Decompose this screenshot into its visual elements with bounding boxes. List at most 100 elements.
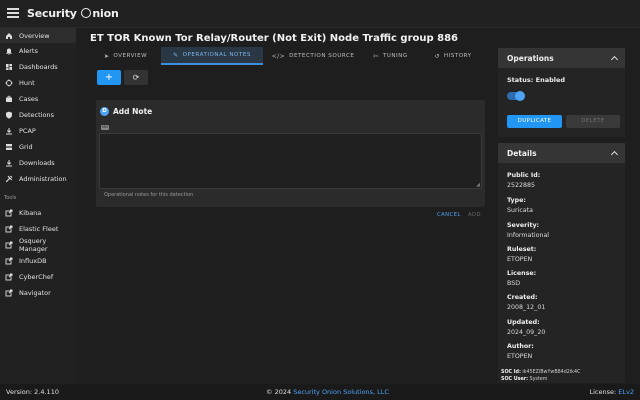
brand-suffix: nion — [92, 7, 119, 20]
tab-tuning[interactable]: ✄ TUNING — [363, 47, 418, 65]
download-icon — [5, 127, 13, 135]
note-badge: D — [100, 107, 109, 116]
license-prefix: License: — [589, 388, 617, 396]
sidebar-item-dashboards[interactable]: Dashboards — [0, 59, 76, 74]
soc-user: SOC User: System — [501, 377, 547, 382]
external-link-icon — [5, 289, 13, 297]
sidebar-item-hunt[interactable]: Hunt — [0, 75, 76, 90]
app-logo[interactable]: Security nion — [27, 7, 119, 20]
sidebar-item-label: Dashboards — [19, 62, 58, 71]
toggle-knob — [515, 91, 525, 101]
chevron-up-icon — [610, 150, 619, 159]
sidebar-item-label: Hunt — [19, 78, 35, 87]
crosshair-icon — [5, 79, 13, 87]
detail-type: Type: Suricata — [507, 197, 533, 214]
note-textarea[interactable] — [99, 133, 482, 189]
home-icon — [5, 32, 13, 40]
sidebar-item-label: Grid — [19, 142, 33, 151]
sidebar-tool-osquery-manager[interactable]: Osquery Manager — [0, 236, 76, 253]
status-label: Status: Enabled — [507, 76, 566, 84]
tab-overview[interactable]: ➤ OVERVIEW — [90, 47, 161, 65]
sidebar-item-grid[interactable]: Grid — [0, 139, 76, 154]
detail-severity: Severity: Informational — [507, 222, 549, 239]
sidebar-tool-influxdb[interactable]: InfluxDB — [0, 253, 76, 268]
sidebar-item-overview[interactable]: Overview — [0, 28, 76, 43]
sidebar: Overview Alerts Dashboards Hunt Cases De… — [0, 28, 76, 384]
details-title: Details — [507, 148, 537, 158]
add-note-button[interactable]: + — [97, 70, 121, 85]
sidebar-tool-elastic-fleet[interactable]: Elastic Fleet — [0, 221, 76, 236]
cancel-button[interactable]: CANCEL — [437, 212, 461, 218]
detail-key: Author: — [507, 343, 534, 350]
duplicate-button[interactable]: DUPLICATE — [507, 115, 562, 128]
delete-button[interactable]: DELETE — [566, 115, 620, 128]
sidebar-tool-label: Kibana — [19, 208, 42, 217]
sidebar-tool-navigator[interactable]: Navigator — [0, 285, 76, 300]
detail-key: Severity: — [507, 222, 540, 229]
onion-logo-icon — [81, 8, 92, 18]
sidebar-item-alerts[interactable]: Alerts — [0, 43, 76, 58]
detail-key: Ruleset: — [507, 246, 537, 253]
download-icon — [5, 159, 13, 167]
wrench-icon: ✄ — [373, 52, 379, 60]
company-link[interactable]: Security Onion Solutions, LLC — [293, 388, 389, 396]
detail-license: License: BSD — [507, 270, 536, 287]
sidebar-tool-label: Elastic Fleet — [19, 224, 59, 233]
sidebar-item-label: PCAP — [19, 126, 36, 135]
sidebar-item-pcap[interactable]: PCAP — [0, 123, 76, 138]
external-link-icon — [5, 241, 13, 249]
details-header[interactable]: Details — [498, 143, 625, 163]
tab-detection-source[interactable]: </> DETECTION SOURCE — [263, 47, 363, 65]
note-hint: Operational notes for this detection — [104, 192, 194, 198]
detail-value: ETOPEN — [507, 256, 533, 263]
sidebar-item-administration[interactable]: Administration — [0, 171, 76, 186]
detail-author: Author: ETOPEN — [507, 343, 534, 360]
sidebar-item-label: Alerts — [19, 46, 38, 55]
sidebar-item-detections[interactable]: Detections — [0, 107, 76, 122]
resize-grip-icon[interactable]: ◢ — [476, 182, 480, 188]
tab-history[interactable]: ↺ HISTORY — [418, 47, 488, 65]
shield-icon — [5, 111, 13, 119]
briefcase-icon — [5, 95, 13, 103]
detail-key: License: — [507, 270, 537, 277]
sidebar-tool-label: Navigator — [19, 288, 51, 297]
sidebar-tool-cyberchef[interactable]: CyberChef — [0, 269, 76, 284]
operations-header[interactable]: Operations — [498, 48, 625, 68]
refresh-icon: ⟳ — [132, 73, 140, 82]
tab-label: OVERVIEW — [113, 53, 148, 59]
detail-ruleset: Ruleset: ETOPEN — [507, 246, 536, 263]
sidebar-item-label: Cases — [19, 94, 39, 103]
tab-operational-notes[interactable]: ✎ OPERATIONAL NOTES — [161, 47, 263, 65]
footer: Version: 2.4.110 © 2024 Security Onion S… — [0, 384, 640, 400]
tab-label: TUNING — [382, 53, 408, 59]
detail-value: ETOPEN — [507, 353, 533, 360]
sidebar-tool-kibana[interactable]: Kibana — [0, 205, 76, 220]
hamburger-menu-icon[interactable] — [7, 8, 19, 18]
detail-value: Suricata — [507, 207, 533, 214]
sidebar-item-downloads[interactable]: Downloads — [0, 155, 76, 170]
tools-icon — [5, 175, 13, 183]
license-link[interactable]: ELv2 — [618, 388, 634, 396]
add-button[interactable]: ADD — [468, 212, 481, 218]
soc-id: SOC Id: ik45EZiBwYwB84d2ik4C — [501, 370, 580, 375]
paperclip-icon: ✎ — [173, 51, 179, 59]
enabled-toggle[interactable] — [507, 91, 525, 101]
operations-panel: Operations Status: Enabled DUPLICATE DEL… — [498, 48, 625, 137]
history-icon: ↺ — [434, 52, 440, 60]
app-root: Security nion Overview Alerts Dashboards… — [0, 0, 640, 400]
dashboard-icon — [5, 63, 13, 71]
external-link-icon — [5, 257, 13, 265]
refresh-button[interactable]: ⟳ — [124, 70, 148, 85]
sidebar-item-label: Downloads — [19, 158, 55, 167]
external-link-icon — [5, 209, 13, 217]
detail-key: Created: — [507, 294, 538, 301]
detail-value: Informational — [507, 232, 550, 239]
detail-public-id: Public Id: 2522885 — [507, 172, 540, 189]
copyright: © 2024 Security Onion Solutions, LLC — [266, 388, 389, 396]
sidebar-item-label: Overview — [19, 31, 50, 40]
grid-icon — [5, 143, 13, 151]
sidebar-tool-label: Osquery Manager — [19, 236, 48, 253]
sidebar-item-cases[interactable]: Cases — [0, 91, 76, 106]
detail-created: Created: 2008_12_01 — [507, 294, 545, 311]
sidebar-tool-label: InfluxDB — [19, 256, 47, 265]
